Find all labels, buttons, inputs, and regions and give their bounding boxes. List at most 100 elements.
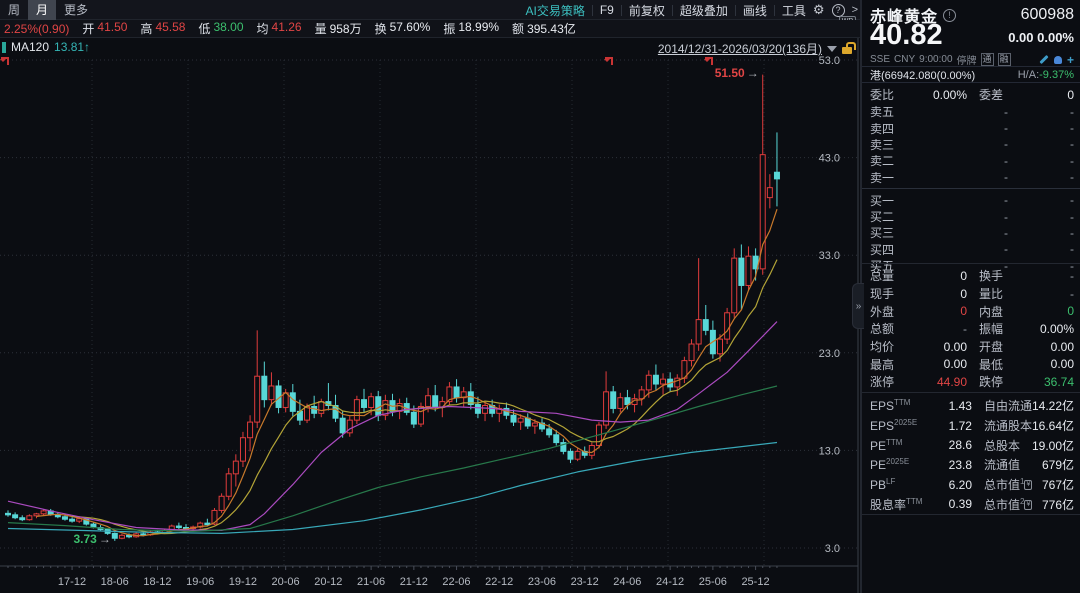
candle-body bbox=[262, 376, 267, 399]
candle-body bbox=[475, 405, 480, 414]
ma-legend: MA120 13.81↑ bbox=[2, 40, 90, 54]
y-axis-label: 3.0 bbox=[825, 543, 840, 555]
detail-stat-row: 总量0换手- bbox=[862, 267, 1080, 285]
detail-stats: 总量0换手-现手0量比-外盘0内盘0总额-振幅0.00%均价0.00开盘0.00… bbox=[862, 267, 1080, 391]
stat-pair-4: 量958万 bbox=[315, 20, 362, 37]
x-axis-label: 19-06 bbox=[186, 576, 214, 588]
candle-body bbox=[661, 379, 666, 384]
candle-body bbox=[604, 392, 609, 425]
bid-row: 买三-- bbox=[862, 225, 1080, 241]
toolbar-forward-adjust[interactable]: 前复权 bbox=[629, 2, 665, 19]
candle-body bbox=[696, 320, 701, 344]
y-axis-label: 43.0 bbox=[819, 153, 840, 165]
candle-body bbox=[290, 393, 295, 412]
stat-pair-3: 均41.26 bbox=[257, 20, 302, 37]
candle-body bbox=[112, 533, 117, 538]
candle-body bbox=[547, 429, 552, 435]
ask-row: 卖五-- bbox=[862, 104, 1080, 120]
chart-region: 周 月 更多 AI交易策略 F9 前复权 超级叠加 画线 工具 ⚙ ? > WP… bbox=[0, 0, 860, 593]
candle-body bbox=[176, 526, 181, 528]
help-icon[interactable]: ? bbox=[832, 4, 845, 17]
add-watchlist-icon[interactable]: + bbox=[1067, 55, 1074, 65]
candle-body bbox=[376, 397, 381, 416]
x-axis-label: 23-06 bbox=[528, 576, 556, 588]
candle-body bbox=[575, 451, 580, 459]
candle-body bbox=[13, 515, 18, 518]
candle-body bbox=[354, 400, 359, 420]
detail-stat-row: 总额-振幅0.00% bbox=[862, 320, 1080, 338]
bid-row: 买四-- bbox=[862, 241, 1080, 257]
alert-bell-icon[interactable] bbox=[1054, 56, 1062, 64]
candle-body bbox=[226, 474, 231, 496]
x-axis-label: 17-12 bbox=[58, 576, 86, 588]
ma-line-MA120 bbox=[8, 443, 777, 534]
candle-body bbox=[589, 446, 594, 456]
stat-pair-2: 低38.00 bbox=[198, 20, 243, 37]
candle-body bbox=[6, 513, 11, 515]
stat-pair-7: 额395.43亿 bbox=[512, 20, 576, 37]
candle-body bbox=[774, 172, 779, 179]
candle-body bbox=[689, 344, 694, 361]
toolbar-f9[interactable]: F9 bbox=[600, 3, 614, 17]
x-axis-label: 24-12 bbox=[656, 576, 684, 588]
candle-body bbox=[411, 412, 416, 424]
candle-body bbox=[340, 418, 345, 433]
toolbar-draw-line[interactable]: 画线 bbox=[743, 2, 767, 19]
fundamentals: EPSTTM1.43自由流通14.22亿EPS2025E1.72流通股本16.6… bbox=[862, 396, 1080, 514]
event-marker-icon bbox=[705, 57, 713, 65]
ma-value: 13.81↑ bbox=[54, 40, 90, 54]
unlock-icon[interactable] bbox=[842, 47, 852, 54]
toolbar-separator bbox=[735, 5, 736, 16]
candle-body bbox=[20, 518, 25, 520]
ask-row: 卖一-- bbox=[862, 169, 1080, 185]
x-axis-label: 25-06 bbox=[699, 576, 727, 588]
x-axis-label: 20-12 bbox=[314, 576, 342, 588]
candle-body bbox=[362, 400, 367, 408]
detail-stat-row: 均价0.00开盘0.00 bbox=[862, 338, 1080, 356]
event-marker-icon bbox=[1, 57, 9, 65]
detail-stat-row: 最高0.00最低0.00 bbox=[862, 355, 1080, 373]
order-book: 委比0.00%委差0卖五--卖四--卖三--卖二--卖一--买一--买二--买三… bbox=[862, 86, 1080, 274]
quote-header: 赤峰黄金 ! 600988 40.82 0.00 0.00% SSE CNY 9… bbox=[862, 0, 1080, 66]
candle-body bbox=[518, 418, 523, 422]
date-range-control[interactable]: 2014/12/31-2026/03/20(136月) bbox=[658, 40, 852, 57]
tab-month[interactable]: 月 bbox=[28, 0, 56, 20]
stat-pair-1: 高45.58 bbox=[140, 20, 185, 37]
candle-body bbox=[248, 422, 253, 438]
fundamental-row: EPSTTM1.43自由流通14.22亿 bbox=[862, 396, 1080, 416]
toolbar-super-overlay[interactable]: 超级叠加 bbox=[680, 2, 728, 19]
change-percent: 2.25%(0.90) bbox=[4, 22, 69, 36]
date-range-label[interactable]: 2014/12/31-2026/03/20(136月) bbox=[658, 40, 822, 57]
candle-body bbox=[746, 256, 751, 285]
chart-toolbar: AI交易策略 F9 前复权 超级叠加 画线 工具 ⚙ ? > bbox=[525, 0, 858, 20]
fundamental-row: PBLF6.20总市值1¥767亿 bbox=[862, 475, 1080, 495]
tab-more[interactable]: 更多 bbox=[56, 0, 96, 20]
toolbar-tools[interactable]: 工具 bbox=[782, 2, 806, 19]
x-axis-label: 23-12 bbox=[571, 576, 599, 588]
candle-body bbox=[70, 519, 75, 521]
price-annotation: 3.73→ bbox=[73, 532, 110, 546]
edit-icon[interactable] bbox=[1039, 55, 1048, 64]
candlestick-chart[interactable]: 53.043.033.023.013.03.017-1218-0618-1219… bbox=[0, 38, 860, 593]
price-annotation: 51.50→ bbox=[715, 66, 759, 80]
last-price: 40.82 bbox=[870, 20, 943, 50]
ask-row: 卖三-- bbox=[862, 136, 1080, 152]
candle-body bbox=[703, 320, 708, 331]
tab-week[interactable]: 周 bbox=[0, 0, 28, 20]
candle-body bbox=[511, 415, 516, 422]
candle-body bbox=[205, 523, 210, 525]
candle-body bbox=[739, 258, 744, 285]
chevron-right-icon[interactable]: > bbox=[852, 4, 858, 16]
x-axis-label: 19-12 bbox=[229, 576, 257, 588]
toolbar-ai-strategy[interactable]: AI交易策略 bbox=[525, 2, 584, 19]
badge-tong: 通 bbox=[981, 53, 994, 66]
candle-body bbox=[767, 188, 772, 198]
candle-body bbox=[41, 511, 46, 514]
quote-panel: » 赤峰黄金 ! 600988 40.82 0.00 0.00% SSE CNY… bbox=[862, 0, 1080, 593]
dropdown-arrow-icon[interactable] bbox=[827, 46, 837, 52]
candle-body bbox=[255, 376, 260, 422]
exchange-label: SSE bbox=[870, 54, 890, 65]
y-axis-label: 33.0 bbox=[819, 250, 840, 262]
gear-icon[interactable]: ⚙ bbox=[813, 2, 825, 18]
x-axis-label: 18-06 bbox=[101, 576, 129, 588]
